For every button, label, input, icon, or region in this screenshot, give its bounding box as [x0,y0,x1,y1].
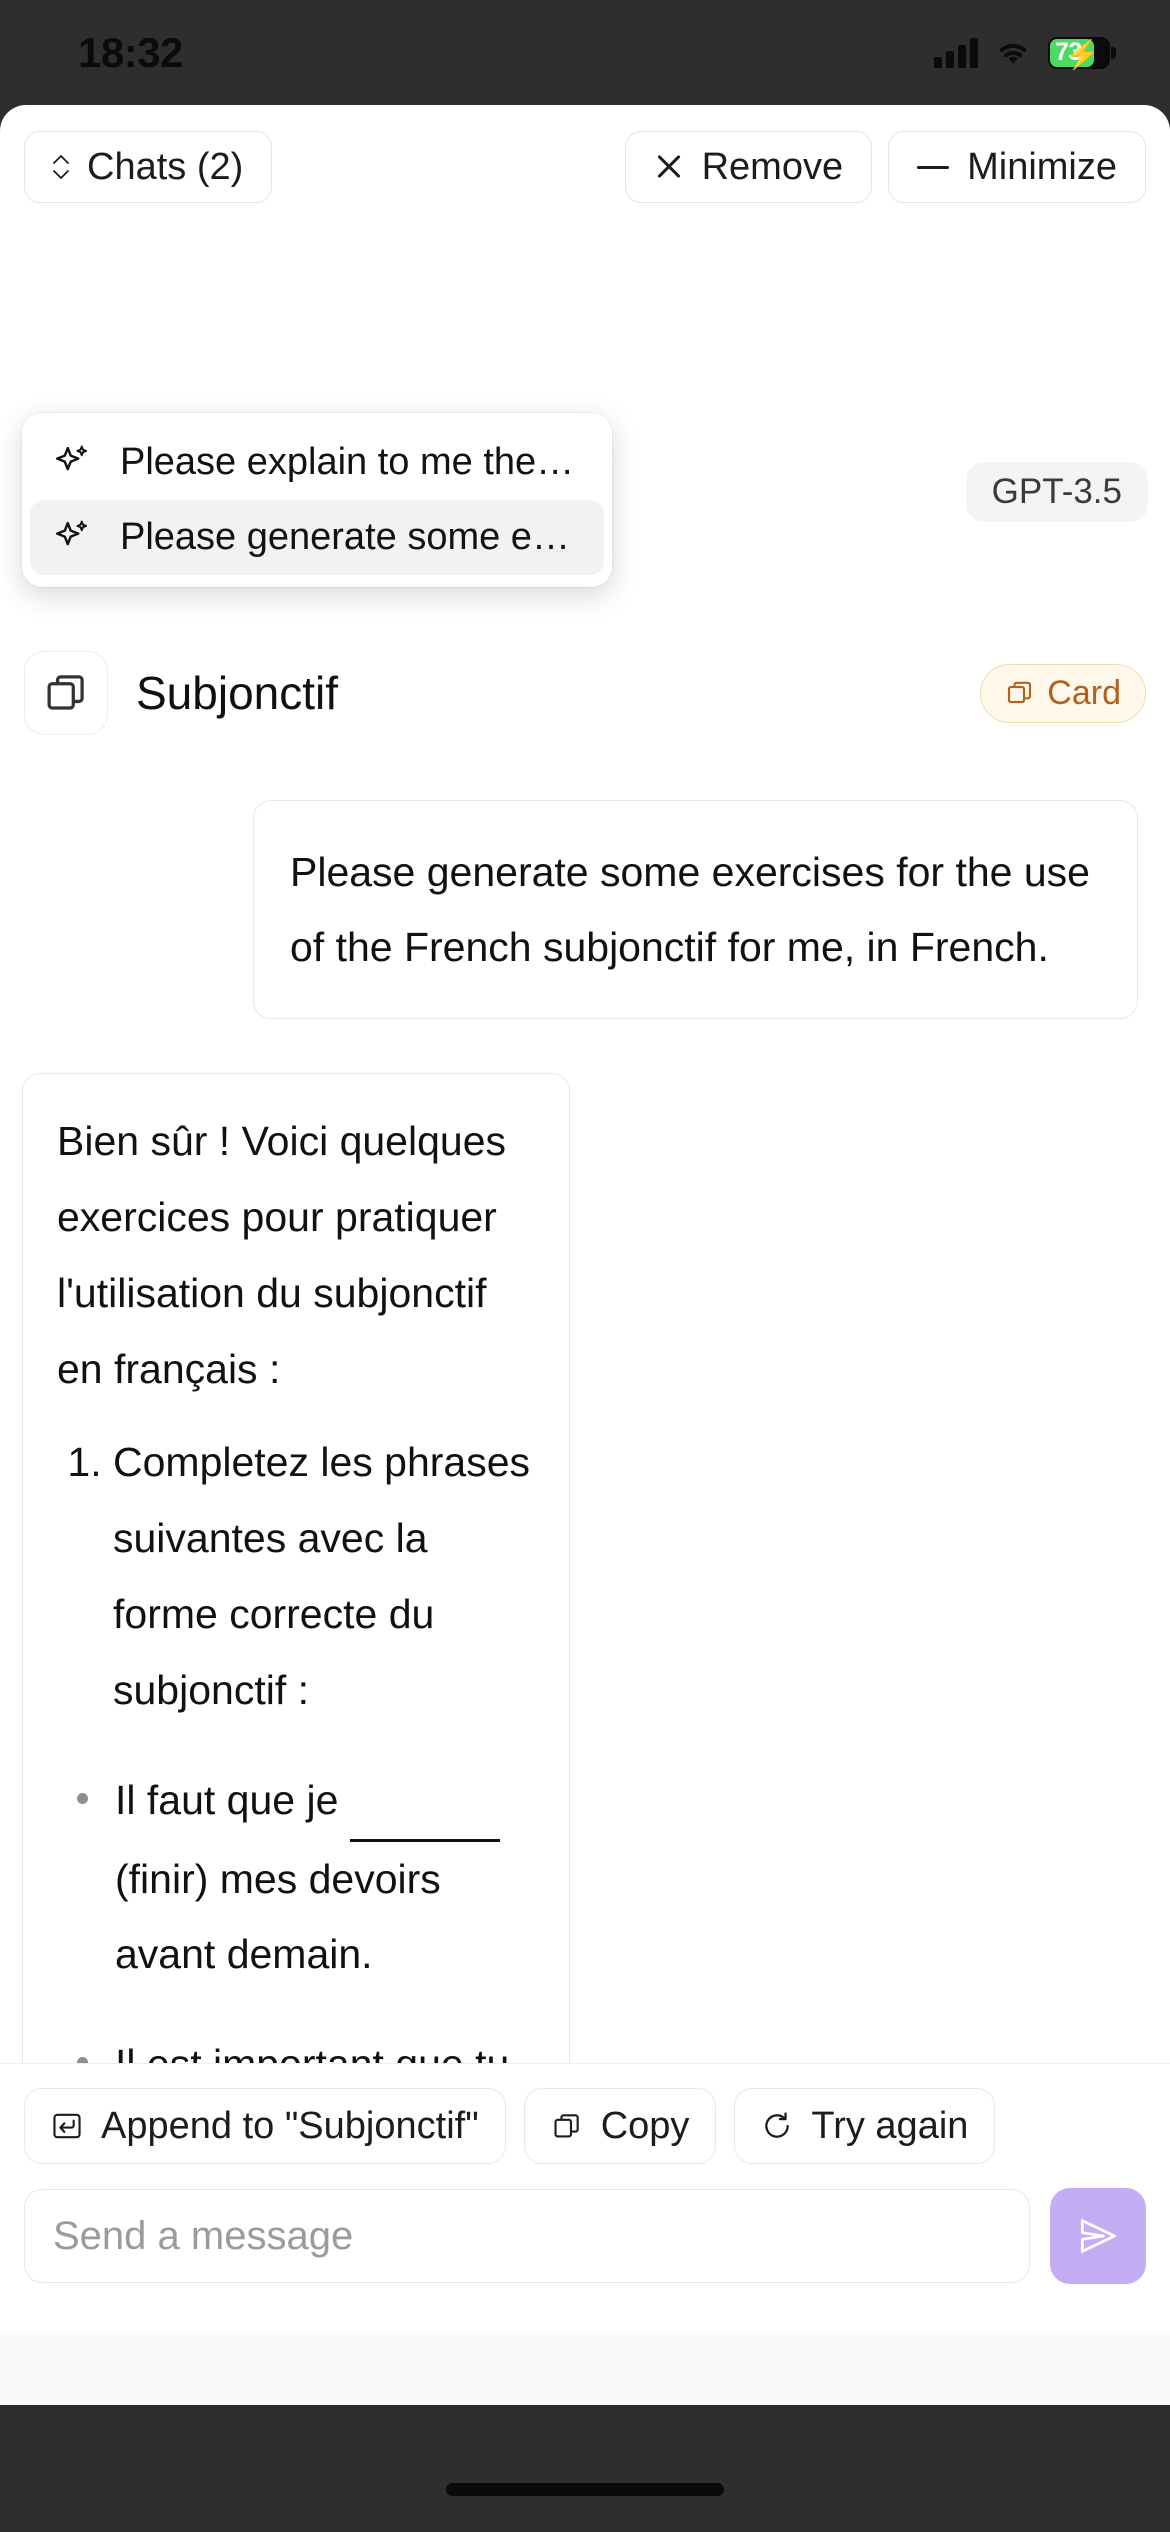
chats-dropdown-item[interactable]: Please explain to me the French subj... [30,425,604,500]
copy-button-label: Copy [600,2104,690,2147]
append-button[interactable]: Append to "Subjonctif" [24,2088,506,2164]
chats-dropdown-item-selected[interactable]: Please generate some exercises for t... [30,500,604,575]
panel-toolbar: Chats (2) Remove Minimize [0,128,1170,206]
card-header: Subjonctif Card [0,640,1170,746]
wifi-icon [999,43,1027,64]
user-message-text: Please generate some exercises for the u… [290,849,1090,970]
remove-button[interactable]: Remove [624,131,873,203]
status-icons: 73 ⚡ [934,36,1116,70]
list-item: Il faut que je (finir) mes devoirs avant… [57,1763,535,1994]
copy-icon [554,2114,579,2138]
status-badge-label: Card [1047,673,1121,712]
append-button-label: Append to "Subjonctif" [101,2104,479,2147]
battery-charging-icon: 73 ⚡ [1048,36,1116,70]
chevron-up-down-icon [53,155,69,179]
cards-icon-button[interactable] [24,651,108,735]
model-badge[interactable]: GPT-3.5 [965,462,1148,522]
exercise-prefix: Il faut que je [115,1776,350,1823]
numbered-list: Completez les phrases suivantes avec la … [57,1425,535,1728]
page-title: Subjonctif [136,667,339,719]
list-item: Completez les phrases suivantes avec la … [113,1425,535,1728]
message-list[interactable]: Please generate some exercises for the u… [0,795,1170,2075]
message-input-placeholder: Send a message [53,2213,354,2258]
cards-icon [47,675,84,710]
try-again-button-label: Try again [811,2104,969,2147]
assistant-intro-text: Bien sûr ! Voici quelques exercices pour… [57,1118,506,1392]
app-panel: Chats (2) Remove Minimize GPT-3.5 Please… [0,105,1170,2405]
try-again-button[interactable]: Try again [734,2088,996,2164]
bottom-action-bar: Append to "Subjonctif" Copy Try again Se… [0,2063,1170,2333]
sparkle-icon [56,445,88,470]
phone-screen: 18:32 73 ⚡ Chats (2) Remove Minimize GPT… [0,0,1170,2532]
action-buttons-row: Append to "Subjonctif" Copy Try again [24,2088,1146,2164]
blank-field [349,1763,500,1842]
sparkle-icon [56,520,88,545]
chats-dropdown-menu: Please explain to me the French subj... … [22,413,612,587]
remove-label: Remove [701,145,844,188]
minimize-button[interactable]: Minimize [888,131,1146,203]
minimize-label: Minimize [967,145,1117,188]
chats-dropdown-item-label: Please generate some exercises for t... [120,516,582,558]
send-button[interactable] [1050,2188,1146,2284]
chats-selector-button[interactable]: Chats (2) [24,131,273,203]
chats-dropdown-item-label: Please explain to me the French subj... [120,441,582,483]
status-badge: Card [980,663,1146,723]
close-icon [654,152,684,182]
exercise-suffix: (finir) mes devoirs avant demain. [115,1855,441,1978]
user-message-bubble: Please generate some exercises for the u… [253,800,1138,1020]
status-bar: 18:32 73 ⚡ [0,0,1170,105]
chats-selector-label: Chats (2) [87,145,244,188]
status-time: 18:32 [78,28,183,76]
bullet-list: Il faut que je (finir) mes devoirs avant… [57,1763,535,2075]
minus-icon [917,165,950,169]
append-enter-icon [53,2113,81,2139]
copy-button[interactable]: Copy [523,2088,717,2164]
message-input[interactable]: Send a message [24,2189,1030,2283]
home-indicator [446,2483,724,2496]
composer-row: Send a message [24,2188,1146,2284]
panel-footer-spacer [0,2333,1170,2405]
cellular-signal-icon [934,37,978,68]
card-icon [1008,681,1032,704]
refresh-icon [765,2112,790,2138]
send-icon [1080,2219,1116,2253]
assistant-message-bubble: Bien sûr ! Voici quelques exercices pour… [22,1073,570,2075]
